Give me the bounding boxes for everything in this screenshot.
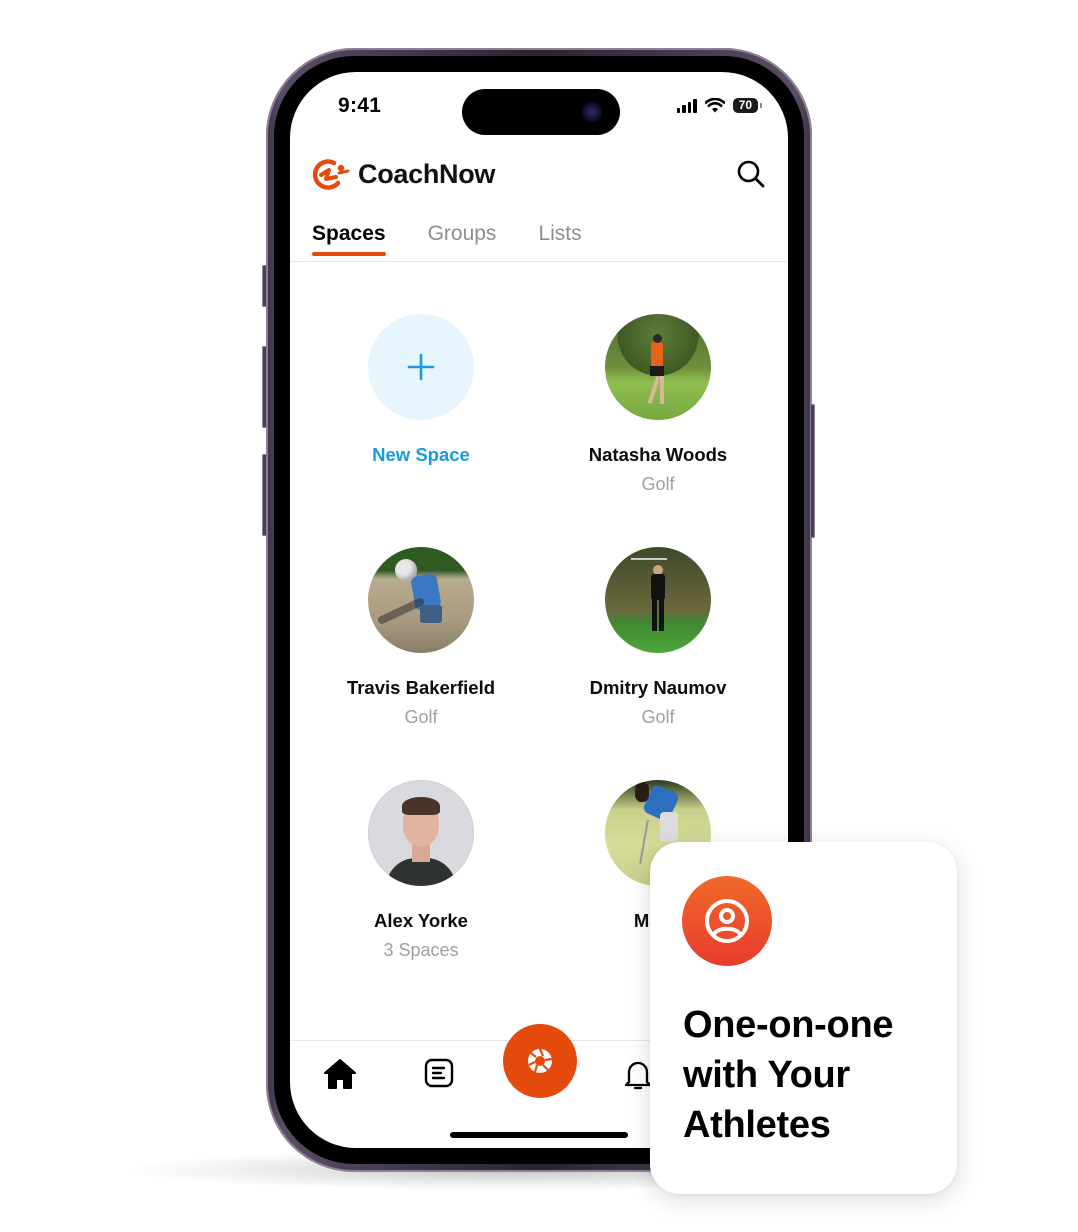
battery-icon: 70 [732, 98, 763, 113]
coachnow-logo-icon [312, 159, 350, 190]
action-button [262, 265, 267, 307]
volume-up-button [262, 346, 267, 428]
space-name: Natasha Woods [588, 444, 728, 465]
promo-title: One-on-one with Your Athletes [683, 1004, 894, 1146]
new-space-button[interactable]: New Space [301, 314, 541, 466]
status-icons: 70 [676, 98, 763, 113]
space-subtitle: Golf [404, 707, 438, 727]
space-name: New Space [372, 444, 470, 465]
list-icon[interactable] [424, 1058, 454, 1088]
volume-down-button [262, 454, 267, 536]
home-icon[interactable] [323, 1058, 357, 1090]
space-subtitle: Golf [641, 474, 675, 494]
avatar [368, 780, 474, 886]
wifi-icon [704, 98, 725, 113]
tab-bar: Spaces Groups Lists [312, 222, 582, 256]
bell-icon[interactable] [624, 1058, 652, 1090]
tab-spaces[interactable]: Spaces [312, 222, 386, 256]
capture-button[interactable] [503, 1024, 577, 1098]
space-subtitle: Golf [641, 707, 675, 727]
app-header: CoachNow [312, 154, 766, 194]
space-item[interactable]: Dmitry Naumov Golf [538, 547, 778, 728]
space-name: Travis Bakerfield [346, 677, 496, 698]
avatar [605, 547, 711, 653]
space-item[interactable]: Natasha Woods Golf [538, 314, 778, 495]
space-name: Alex Yorke [374, 910, 468, 931]
power-button [810, 404, 815, 538]
new-space-circle [368, 314, 474, 420]
brand-logo[interactable]: CoachNow [312, 157, 495, 191]
space-item[interactable]: Travis Bakerfield Golf [301, 547, 541, 728]
camera-icon [582, 102, 602, 122]
home-indicator [450, 1132, 628, 1138]
space-subtitle: 3 Spaces [383, 940, 459, 960]
avatar [605, 314, 711, 420]
avatar [368, 547, 474, 653]
user-circle-icon [705, 899, 749, 943]
tab-lists[interactable]: Lists [538, 222, 581, 256]
status-time: 9:41 [338, 94, 382, 117]
camera-shutter-icon [528, 1048, 553, 1073]
signal-icon [676, 98, 697, 113]
search-icon[interactable] [736, 159, 766, 189]
promo-card: One-on-one with Your Athletes [650, 842, 957, 1194]
promo-icon-badge [682, 876, 772, 966]
space-item[interactable]: Alex Yorke 3 Spaces [301, 780, 541, 961]
tabs-divider [290, 261, 788, 262]
dynamic-island [462, 89, 620, 135]
app-name: CoachNow [358, 158, 496, 189]
space-name: Dmitry Naumov [589, 677, 727, 698]
plus-icon [407, 353, 435, 381]
tab-groups[interactable]: Groups [428, 222, 497, 256]
